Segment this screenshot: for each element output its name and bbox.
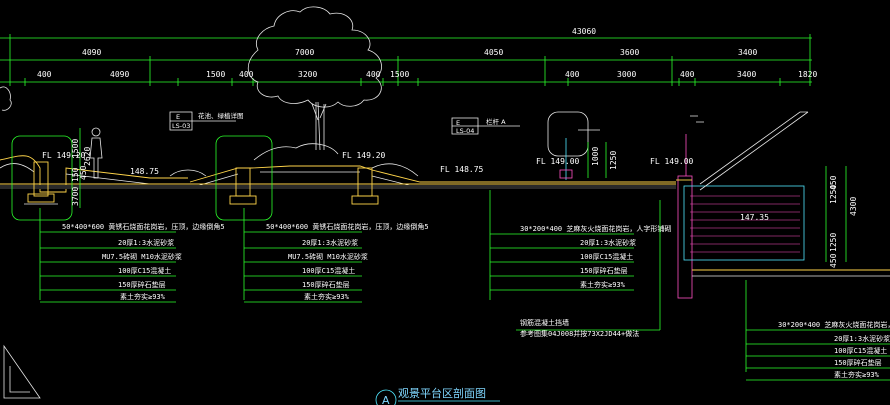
cad-section-drawing: 43060 4090 7000 4050 3600 3400 400 4090 … xyxy=(0,6,890,405)
svg-text:150厚碎石垫层: 150厚碎石垫层 xyxy=(580,266,628,275)
dim-row2-2: 1500 xyxy=(206,70,225,79)
svg-text:100厚C15混凝土: 100厚C15混凝土 xyxy=(302,266,355,275)
svg-text:参考图集04J008并按73X2JD44+做法: 参考图集04J008并按73X2JD44+做法 xyxy=(520,329,639,338)
dim-row1-2: 4050 xyxy=(484,48,503,57)
vdim-3: 450 xyxy=(79,165,88,180)
svg-text:30*200*400 芝麻灰火烧面花岗岩，人字形铺砌: 30*200*400 芝麻灰火烧面花岗岩，人字形铺砌 xyxy=(778,320,890,329)
dim-row2-7: 400 xyxy=(565,70,580,79)
elev-5: FL 149.00 xyxy=(650,157,694,166)
dim-row2-4: 3200 xyxy=(298,70,317,79)
drawing-title: A 观景平台区剖面图 xyxy=(375,386,500,405)
svg-text:钢筋混凝土挡墙: 钢筋混凝土挡墙 xyxy=(520,318,569,327)
dim-row2-1: 4090 xyxy=(110,70,129,79)
svg-text:MU7.5砖砌 M10水泥砂浆: MU7.5砖砌 M10水泥砂浆 xyxy=(102,252,182,261)
elev-6: 147.35 xyxy=(740,213,769,222)
dimension-chains: 43060 4090 7000 4050 3600 3400 400 4090 … xyxy=(0,27,817,86)
dim-row1-4: 3400 xyxy=(738,48,757,57)
svg-text:50*400*600 黄锈石烧面花岗岩，压顶，边缘倒角5: 50*400*600 黄锈石烧面花岗岩，压顶，边缘倒角5 xyxy=(266,222,429,231)
dim-row1-1: 7000 xyxy=(295,48,314,57)
elev-2: FL 149.20 xyxy=(342,151,386,160)
svg-text:20厚1:3水泥砂浆: 20厚1:3水泥砂浆 xyxy=(834,334,890,343)
svg-text:素土夯实≥93%: 素土夯实≥93% xyxy=(120,292,166,301)
vdim-9: 450 xyxy=(829,175,838,190)
shrub-left xyxy=(0,86,12,111)
layer-list-2: 50*400*600 黄锈石烧面花岗岩，压顶，边缘倒角5 20厚1:3水泥砂浆 … xyxy=(243,208,429,303)
svg-text:150厚碎石垫层: 150厚碎石垫层 xyxy=(834,358,882,367)
svg-text:150厚碎石垫层: 150厚碎石垫层 xyxy=(302,280,350,289)
callout-tag-1: E LS-03 花池、绿植详图 xyxy=(169,111,244,131)
dim-row2-9: 400 xyxy=(680,70,695,79)
svg-text:素土夯实≥93%: 素土夯实≥93% xyxy=(580,280,626,289)
svg-text:LS-03: LS-03 xyxy=(172,122,190,130)
svg-text:E: E xyxy=(456,119,460,127)
triangle-mark xyxy=(3,344,41,399)
svg-text:素土夯实≥93%: 素土夯实≥93% xyxy=(834,370,880,379)
svg-text:栏杆 A: 栏杆 A xyxy=(486,117,506,126)
vdim-11: 450 xyxy=(829,253,838,268)
dim-row2-8: 3000 xyxy=(617,70,636,79)
railing-detail xyxy=(547,111,600,180)
planter-wall-2 xyxy=(215,135,379,221)
svg-text:20厚1:3水泥砂浆: 20厚1:3水泥砂浆 xyxy=(302,238,358,247)
svg-text:花池、绿植详图: 花池、绿植详图 xyxy=(198,111,244,120)
title-marker: A xyxy=(382,394,390,405)
svg-text:20厚1:3水泥砂浆: 20厚1:3水泥砂浆 xyxy=(580,238,636,247)
vdim-5: 1000 xyxy=(591,147,600,166)
svg-text:30*200*400 芝麻灰火烧面花岗岩，人字形铺砌: 30*200*400 芝麻灰火烧面花岗岩，人字形铺砌 xyxy=(520,224,671,233)
layer-list-1: 50*400*600 黄锈石烧面花岗岩，压顶，边缘倒角5 20厚1:3水泥砂浆 … xyxy=(39,208,225,303)
dim-row2-6: 1500 xyxy=(390,70,409,79)
vdim-8: 4300 xyxy=(849,197,858,216)
dim-row2-11: 1820 xyxy=(798,70,817,79)
dim-row2-10: 3400 xyxy=(737,70,756,79)
planter-wall-1 xyxy=(11,135,73,221)
svg-text:150厚碎石垫层: 150厚碎石垫层 xyxy=(118,280,166,289)
overall-dim: 43060 xyxy=(572,27,596,36)
vdim-6: 1250 xyxy=(609,151,618,170)
dim-row2-5: 400 xyxy=(366,70,381,79)
svg-text:LS-04: LS-04 xyxy=(456,127,474,135)
vertical-dim-lines xyxy=(79,128,847,262)
layer-list-4: 30*200*400 芝麻灰火烧面花岗岩，人字形铺砌 20厚1:3水泥砂浆 10… xyxy=(745,280,890,381)
dim-row1-3: 3600 xyxy=(620,48,639,57)
elev-0: FL 149.20 xyxy=(42,151,86,160)
svg-text:100厚C15混凝土: 100厚C15混凝土 xyxy=(118,266,171,275)
vdim-10: 1250 xyxy=(829,233,838,252)
elev-3: FL 148.75 xyxy=(440,165,484,174)
svg-text:素土夯实≥93%: 素土夯实≥93% xyxy=(304,292,350,301)
svg-text:100厚C15混凝土: 100厚C15混凝土 xyxy=(580,252,633,261)
title-text: 观景平台区剖面图 xyxy=(398,386,486,400)
svg-text:E: E xyxy=(176,113,180,121)
elev-1: 148.75 xyxy=(130,167,159,176)
dim-row1-0: 4090 xyxy=(82,48,101,57)
vdim-4: 3700 xyxy=(71,187,80,206)
svg-text:MU7.5砖砌 M10水泥砂浆: MU7.5砖砌 M10水泥砂浆 xyxy=(288,252,368,261)
svg-text:100厚C15混凝土: 100厚C15混凝土 xyxy=(834,346,887,355)
layer-list-3: 30*200*400 芝麻灰火烧面花岗岩，人字形铺砌 20厚1:3水泥砂浆 10… xyxy=(489,190,671,338)
vertical-dims: 1500 2620 150 450 3700 1000 1250 1250 43… xyxy=(71,139,858,268)
callout-tag-2: E LS-04 栏杆 A xyxy=(451,117,520,135)
elev-4: FL 149.00 xyxy=(536,157,580,166)
svg-text:20厚1:3水泥砂浆: 20厚1:3水泥砂浆 xyxy=(118,238,174,247)
dim-row2-0: 400 xyxy=(37,70,52,79)
svg-text:50*400*600 黄锈石烧面花岗岩，压顶，边缘倒角5: 50*400*600 黄锈石烧面花岗岩，压顶，边缘倒角5 xyxy=(62,222,225,231)
